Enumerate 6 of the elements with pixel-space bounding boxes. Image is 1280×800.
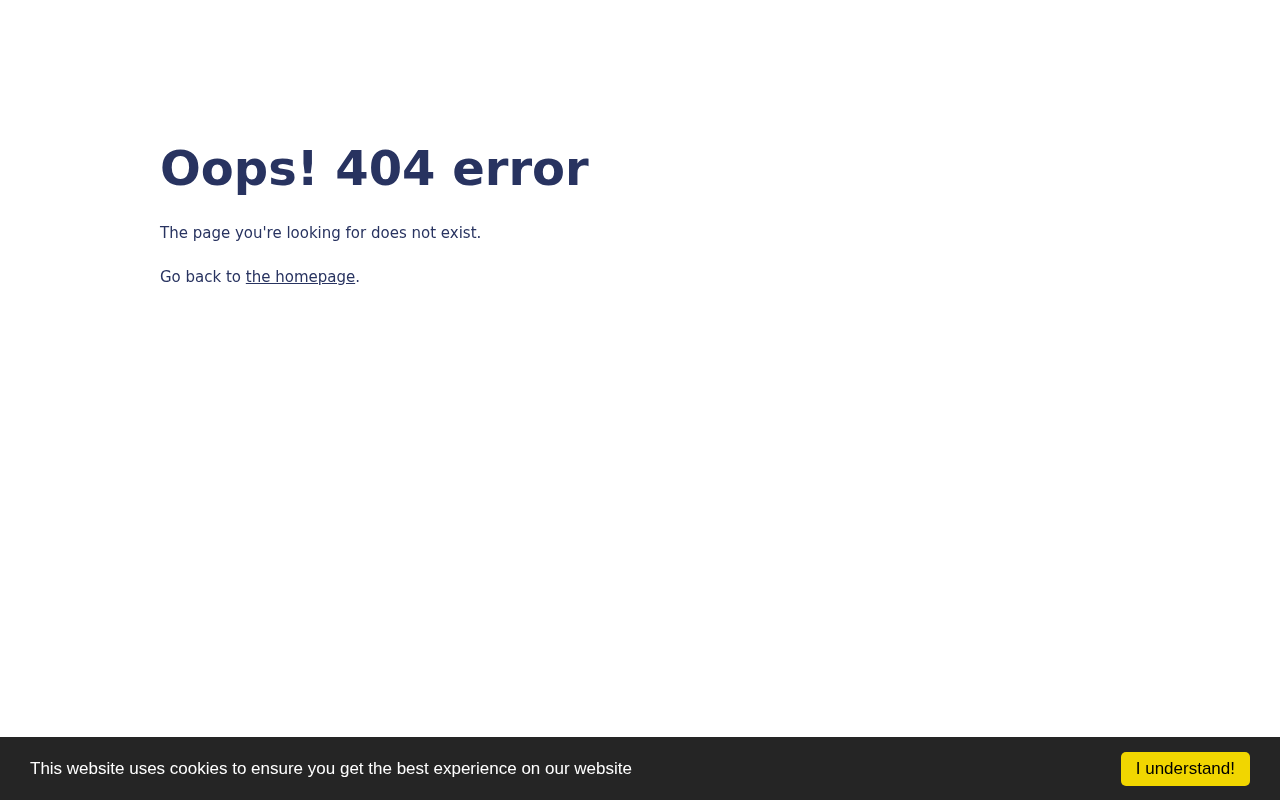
cookie-text: This website uses cookies to ensure you get the best experience on our website [30,758,632,779]
back-text: Go back to the homepage. [160,267,361,286]
error-heading: Oops! 404 error [160,140,590,198]
accept-button[interactable]: I understand! [1120,751,1250,786]
homepage-link[interactable]: the homepage [245,267,356,286]
error-message: The page you're looking for does not exist. [160,223,483,242]
